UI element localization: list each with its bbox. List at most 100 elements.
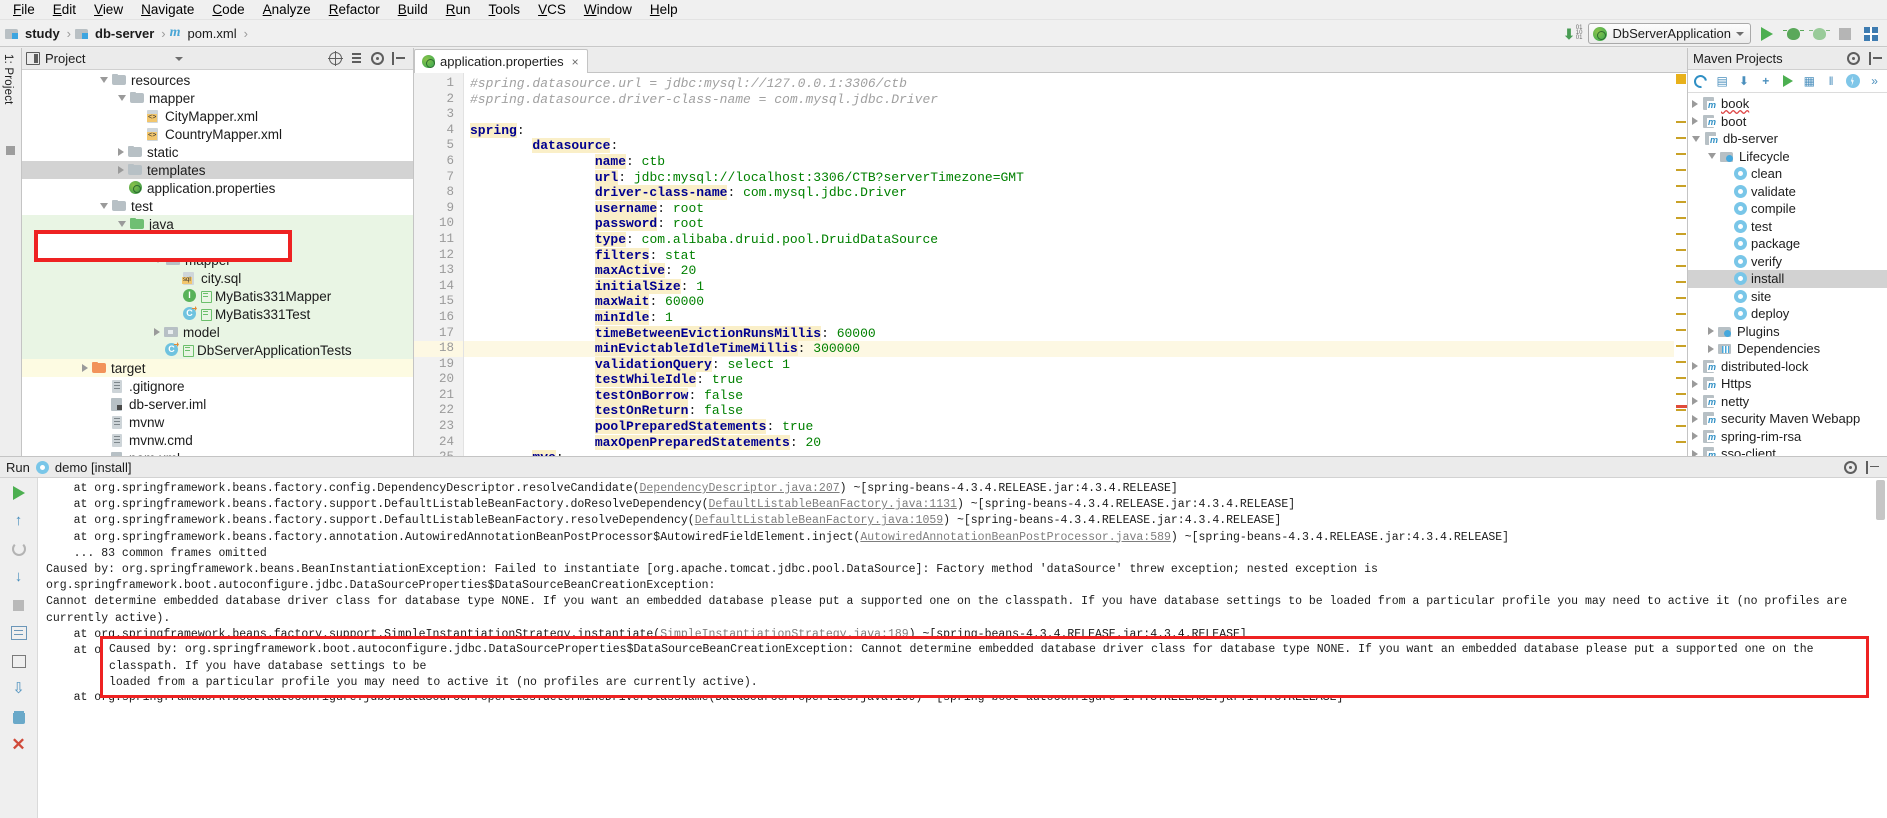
marker-stripe[interactable] bbox=[1676, 425, 1686, 427]
debug-icon[interactable] bbox=[1782, 24, 1804, 44]
marker-stripe[interactable] bbox=[1676, 297, 1686, 299]
clear-all-icon[interactable] bbox=[8, 707, 30, 727]
maven-tree-row[interactable]: security Maven Webapp bbox=[1688, 410, 1887, 428]
breadcrumb-module[interactable]: db-server bbox=[92, 26, 157, 41]
menu-item-window[interactable]: Window bbox=[575, 0, 641, 20]
code-line[interactable] bbox=[464, 107, 1687, 123]
chevron-right-icon[interactable] bbox=[1708, 327, 1714, 336]
editor-marker-bar[interactable] bbox=[1674, 73, 1687, 456]
stacktrace-link[interactable]: DependencyDescriptor.java:207 bbox=[640, 482, 840, 495]
run-icon[interactable] bbox=[1757, 24, 1777, 44]
download-sources-icon[interactable]: ⬇ bbox=[1737, 74, 1752, 89]
project-tree-row[interactable]: templates bbox=[22, 161, 413, 179]
editor-body[interactable]: 1234567891011121314151617181920212223242… bbox=[414, 73, 1687, 456]
maven-tree-row[interactable]: netty bbox=[1688, 393, 1887, 411]
menu-item-file[interactable]: File bbox=[4, 0, 44, 20]
project-tree-row[interactable]: pom.xml bbox=[22, 449, 413, 456]
marker-stripe[interactable] bbox=[1676, 409, 1686, 411]
project-tree-row[interactable]: CityMapper.xml bbox=[22, 107, 413, 125]
project-tree-row[interactable]: .gitignore bbox=[22, 377, 413, 395]
menu-item-navigate[interactable]: Navigate bbox=[132, 0, 203, 20]
menu-item-refactor[interactable]: Refactor bbox=[320, 0, 389, 20]
collapse-all-icon[interactable] bbox=[350, 52, 363, 65]
code-line[interactable]: #spring.datasource.driver-class-name = c… bbox=[464, 92, 1687, 108]
marker-stripe[interactable] bbox=[1676, 249, 1686, 251]
code-line[interactable]: poolPreparedStatements: true bbox=[464, 419, 1687, 435]
structure-tool-icon[interactable] bbox=[6, 146, 15, 155]
editor-gutter[interactable]: 1234567891011121314151617181920212223242… bbox=[414, 73, 464, 456]
maven-tree-row[interactable]: Plugins bbox=[1688, 323, 1887, 341]
chevron-right-icon[interactable] bbox=[118, 166, 124, 174]
run-configuration-tab[interactable]: demo [install] bbox=[55, 460, 132, 475]
maven-tree-row[interactable]: clean bbox=[1688, 165, 1887, 183]
chevron-right-icon[interactable] bbox=[82, 364, 88, 372]
marker-stripe[interactable] bbox=[1676, 329, 1686, 331]
console-scrollbar[interactable] bbox=[1876, 480, 1885, 816]
code-line[interactable]: maxOpenPreparedStatements: 20 bbox=[464, 434, 1687, 451]
marker-stripe[interactable] bbox=[1676, 265, 1686, 267]
chevron-down-icon[interactable] bbox=[100, 77, 108, 83]
tool-window-button-project[interactable]: 1: Project bbox=[2, 54, 14, 105]
marker-stripe[interactable] bbox=[1676, 137, 1686, 139]
project-tree-row[interactable]: db-server.iml bbox=[22, 395, 413, 413]
menu-item-tools[interactable]: Tools bbox=[480, 0, 530, 20]
breadcrumb-project[interactable]: study bbox=[22, 26, 63, 41]
marker-stripe[interactable] bbox=[1676, 345, 1686, 347]
project-tree-row[interactable]: CountryMapper.xml bbox=[22, 125, 413, 143]
stop-icon[interactable] bbox=[8, 595, 30, 615]
project-tree-row[interactable]: test bbox=[22, 197, 413, 215]
gear-icon[interactable] bbox=[371, 52, 384, 65]
chevron-down-icon[interactable] bbox=[118, 221, 126, 227]
code-line[interactable]: datasource: bbox=[464, 138, 1687, 154]
code-line[interactable]: timeBetweenEvictionRunsMillis: 60000 bbox=[464, 325, 1687, 342]
project-tree-row[interactable]: DbServerApplicationTests bbox=[22, 341, 413, 359]
project-tree-row[interactable]: MyBatis331Mapper bbox=[22, 287, 413, 305]
maven-tree-row[interactable]: boot bbox=[1688, 113, 1887, 131]
toggle-offline-icon[interactable]: ▦ bbox=[1802, 74, 1817, 89]
code-line[interactable]: minEvictableIdleTimeMillis: 300000 bbox=[464, 341, 1687, 357]
run-configuration-selector[interactable]: DbServerApplication bbox=[1588, 23, 1751, 44]
scroll-up-icon[interactable]: ↑ bbox=[8, 511, 30, 531]
console-output[interactable]: at org.springframework.beans.factory.con… bbox=[38, 478, 1887, 818]
stacktrace-link[interactable]: AutowiredAnnotationBeanPostProcessor.jav… bbox=[860, 531, 1171, 544]
project-tree-row[interactable]: mvnw bbox=[22, 413, 413, 431]
project-tree-row[interactable]: target bbox=[22, 359, 413, 377]
code-line[interactable]: username: root bbox=[464, 200, 1687, 217]
skip-tests-icon[interactable]: ‖ bbox=[1824, 74, 1839, 89]
gear-icon[interactable] bbox=[1847, 52, 1860, 65]
generate-sources-icon[interactable]: ▤ bbox=[1715, 74, 1730, 89]
rerun-failed-icon[interactable] bbox=[8, 539, 30, 559]
menu-item-view[interactable]: View bbox=[85, 0, 132, 20]
gear-icon[interactable] bbox=[1844, 460, 1857, 474]
stacktrace-link[interactable]: DefaultListableBeanFactory.java:1059 bbox=[695, 514, 943, 527]
maven-tree[interactable]: bookboot db-serverLifecycle cleanvalidate c… bbox=[1688, 93, 1887, 456]
maven-tree-row[interactable]: Dependencies bbox=[1688, 340, 1887, 358]
code-line[interactable]: testOnBorrow: false bbox=[464, 387, 1687, 404]
code-line[interactable]: validationQuery: select 1 bbox=[464, 356, 1687, 373]
marker-stripe[interactable] bbox=[1676, 153, 1686, 155]
rerun-icon[interactable] bbox=[8, 483, 30, 503]
chevron-down-icon[interactable] bbox=[1708, 153, 1716, 160]
marker-stripe[interactable] bbox=[1676, 393, 1686, 395]
project-tree-row[interactable]: mapper bbox=[22, 89, 413, 107]
project-view-chevron-down-icon[interactable] bbox=[175, 56, 184, 61]
marker-stripe[interactable] bbox=[1676, 281, 1686, 283]
soft-wrap-icon[interactable] bbox=[8, 623, 30, 643]
stop-icon[interactable] bbox=[1835, 24, 1855, 44]
chevron-down-icon[interactable] bbox=[100, 203, 108, 209]
menu-item-build[interactable]: Build bbox=[389, 0, 437, 20]
download-binary-icon[interactable]: ⬇ 01 10 01 bbox=[1563, 25, 1582, 41]
more-icon[interactable]: » bbox=[1867, 74, 1882, 89]
maven-tree-row[interactable]: distributed-lock bbox=[1688, 358, 1887, 376]
maven-tree-row[interactable]: Https bbox=[1688, 375, 1887, 393]
maven-tree-row[interactable]: site bbox=[1688, 288, 1887, 306]
scrollbar-thumb[interactable] bbox=[1876, 480, 1885, 520]
code-line[interactable]: password: root bbox=[464, 216, 1687, 232]
chevron-right-icon[interactable] bbox=[1692, 432, 1698, 441]
project-tree-row[interactable]: model bbox=[22, 323, 413, 341]
marker-stripe[interactable] bbox=[1676, 313, 1686, 315]
chevron-right-icon[interactable] bbox=[1692, 117, 1698, 126]
code-line[interactable]: filters: stat bbox=[464, 247, 1687, 264]
locate-file-icon[interactable] bbox=[328, 51, 343, 66]
code-line[interactable]: testWhileIdle: true bbox=[464, 372, 1687, 388]
